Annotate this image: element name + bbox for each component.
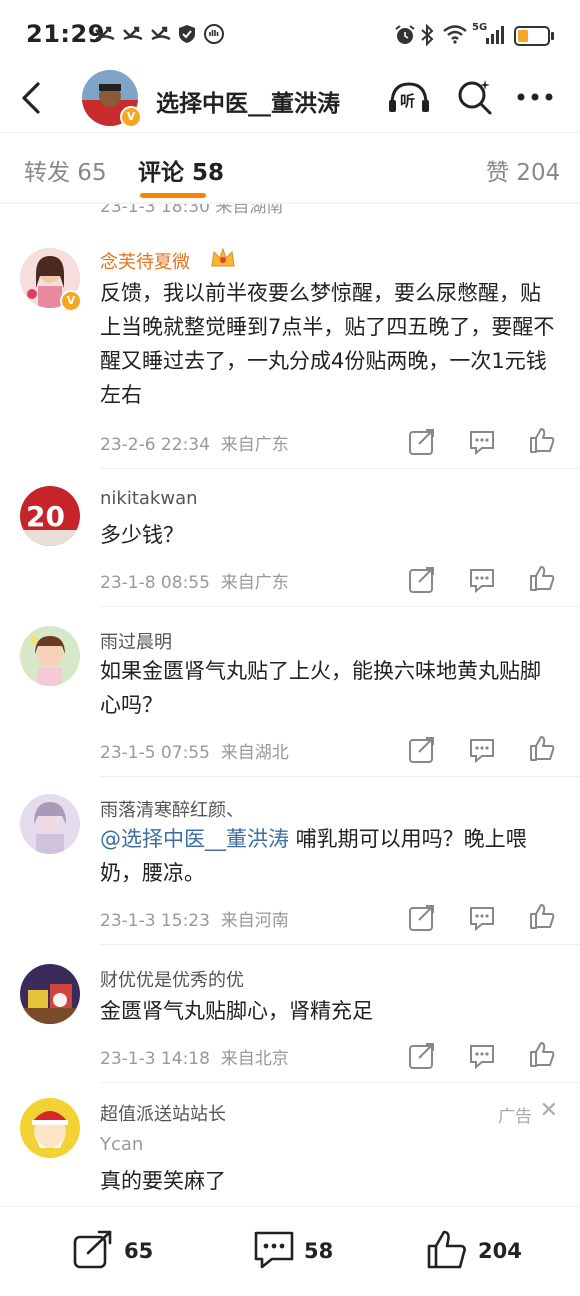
- comment-button[interactable]: 58: [252, 1229, 342, 1273]
- comment-source: 来自广东: [220, 435, 289, 455]
- comment-text: 金匮肾气丸贴脚心，肾精充足: [100, 999, 373, 1023]
- comment-date: 23-1-3 14:18: [100, 1049, 210, 1069]
- divider: [100, 944, 580, 945]
- like-icon[interactable]: [528, 564, 556, 592]
- share-icon[interactable]: [408, 1042, 436, 1070]
- comment-username[interactable]: 财优优是优秀的优: [100, 966, 244, 992]
- more-options-icon[interactable]: [516, 92, 556, 102]
- user-mention-link[interactable]: @选择中医__董洪涛: [100, 827, 289, 851]
- comment-date: 23-1-5 07:55: [100, 743, 210, 763]
- comment-text: @选择中医__董洪涛 哺乳期可以用吗？晚上喂奶，腰凉。: [100, 822, 560, 890]
- svg-text:20: 20: [26, 500, 65, 533]
- avatar[interactable]: [20, 964, 80, 1024]
- verified-badge-icon: V: [120, 106, 142, 128]
- share-icon[interactable]: [408, 566, 436, 594]
- ad-label: 广告: [498, 1107, 532, 1127]
- repost-button[interactable]: 65: [72, 1229, 162, 1273]
- back-arrow-icon[interactable]: [18, 80, 48, 116]
- reply-icon[interactable]: [468, 1042, 496, 1070]
- previous-comment-meta: 23-1-3 18:30 来自湖南: [0, 204, 580, 216]
- divider: [100, 468, 580, 469]
- comment-count: 58: [304, 1239, 334, 1263]
- missed-call-icon: [95, 26, 115, 41]
- thumbs-up-icon: [427, 1230, 466, 1269]
- like-icon[interactable]: [528, 1040, 556, 1068]
- avatar[interactable]: [20, 1098, 80, 1158]
- listen-label: 听: [400, 92, 416, 110]
- comment-text: 反馈，我以前半夜要么梦惊醒，要么尿憋醒，贴上当晚就整觉睡到7点半，贴了四五晚了，…: [100, 281, 555, 407]
- status-bar: 21:29 5G: [0, 0, 580, 64]
- shield-icon: [179, 25, 195, 43]
- repost-count: 65: [124, 1239, 154, 1263]
- comment-source: 来自河南: [220, 911, 289, 931]
- page-title: 选择中医__董洪涛: [156, 91, 340, 117]
- comment-username[interactable]: 超值派送站站长: [100, 1100, 226, 1126]
- comment-text: 真的要笑麻了: [100, 1169, 226, 1193]
- wifi-icon: [443, 25, 467, 44]
- comment-source: 来自北京: [220, 1049, 289, 1069]
- divider: [100, 1082, 580, 1083]
- reply-icon[interactable]: [468, 428, 496, 456]
- comment-date: 23-2-6 22:34: [100, 435, 210, 455]
- repost-icon: [73, 1230, 112, 1269]
- comment-meta: 23-1-3 15:23 来自河南: [100, 906, 289, 931]
- divider: [100, 776, 580, 777]
- tab-repost[interactable]: 转发 65: [24, 153, 107, 187]
- signal-icon: [486, 26, 504, 44]
- reply-icon[interactable]: [468, 736, 496, 764]
- app-header: V 选择中医__董洪涛 听: [0, 64, 580, 132]
- like-button[interactable]: 204: [426, 1229, 526, 1273]
- comment-date: 23-1-8 08:55: [100, 573, 210, 593]
- like-icon[interactable]: [528, 734, 556, 762]
- close-icon[interactable]: ✕: [540, 1098, 558, 1123]
- reply-icon[interactable]: [468, 904, 496, 932]
- tab-comments[interactable]: 评论 58: [138, 153, 224, 187]
- share-icon[interactable]: [408, 428, 436, 456]
- crown-badge-icon: [211, 247, 235, 267]
- like-count: 204: [478, 1239, 522, 1263]
- share-icon[interactable]: [408, 904, 436, 932]
- hand-icon: [204, 24, 224, 44]
- missed-call-icon: [151, 26, 171, 41]
- like-icon[interactable]: [528, 426, 556, 454]
- comment-source: 来自广东: [220, 573, 289, 593]
- divider: [100, 606, 580, 607]
- bluetooth-icon: [421, 24, 434, 46]
- comment-username[interactable]: nikitakwan: [100, 488, 198, 509]
- avatar[interactable]: 20: [20, 486, 80, 546]
- comment-meta: 23-2-6 22:34 来自广东: [100, 430, 289, 455]
- comment-meta: 23-1-5 07:55 来自湖北: [100, 738, 289, 763]
- comment-username[interactable]: 雨落清寒醉红颜、: [100, 796, 244, 822]
- like-icon[interactable]: [528, 902, 556, 930]
- battery-icon: [514, 26, 554, 46]
- comment-date: 23-1-3 15:23: [100, 911, 210, 931]
- tab-bar: 转发 65 评论 58 赞 204: [0, 132, 580, 205]
- comment-text: 如果金匮肾气丸贴了上火，能换六味地黄丸贴脚心吗？: [100, 659, 541, 717]
- comment-source: 来自湖北: [220, 743, 289, 763]
- avatar[interactable]: [20, 626, 80, 686]
- comment-meta: 23-1-3 18:30 来自湖南: [100, 204, 284, 216]
- alarm-icon: [395, 25, 415, 44]
- active-tab-indicator: [140, 193, 206, 198]
- bottom-action-bar: 65 58 204: [0, 1206, 580, 1296]
- comment-meta: 23-1-8 08:55 来自广东: [100, 568, 289, 593]
- tab-likes[interactable]: 赞 204: [486, 153, 560, 187]
- comment-username[interactable]: 念芙待夏微: [100, 248, 190, 274]
- missed-call-icon: [123, 26, 143, 41]
- comment-icon: [254, 1231, 294, 1269]
- share-icon[interactable]: [408, 736, 436, 764]
- comment-username[interactable]: 雨过晨明: [100, 628, 172, 654]
- avatar[interactable]: [20, 794, 80, 854]
- ad-subtitle: Ycan: [100, 1134, 144, 1155]
- search-icon[interactable]: [456, 78, 494, 116]
- comment-meta: 23-1-3 14:18 来自北京: [100, 1044, 289, 1069]
- comment-text: 多少钱？: [100, 523, 184, 547]
- reply-icon[interactable]: [468, 566, 496, 594]
- verified-badge-icon: V: [60, 290, 82, 312]
